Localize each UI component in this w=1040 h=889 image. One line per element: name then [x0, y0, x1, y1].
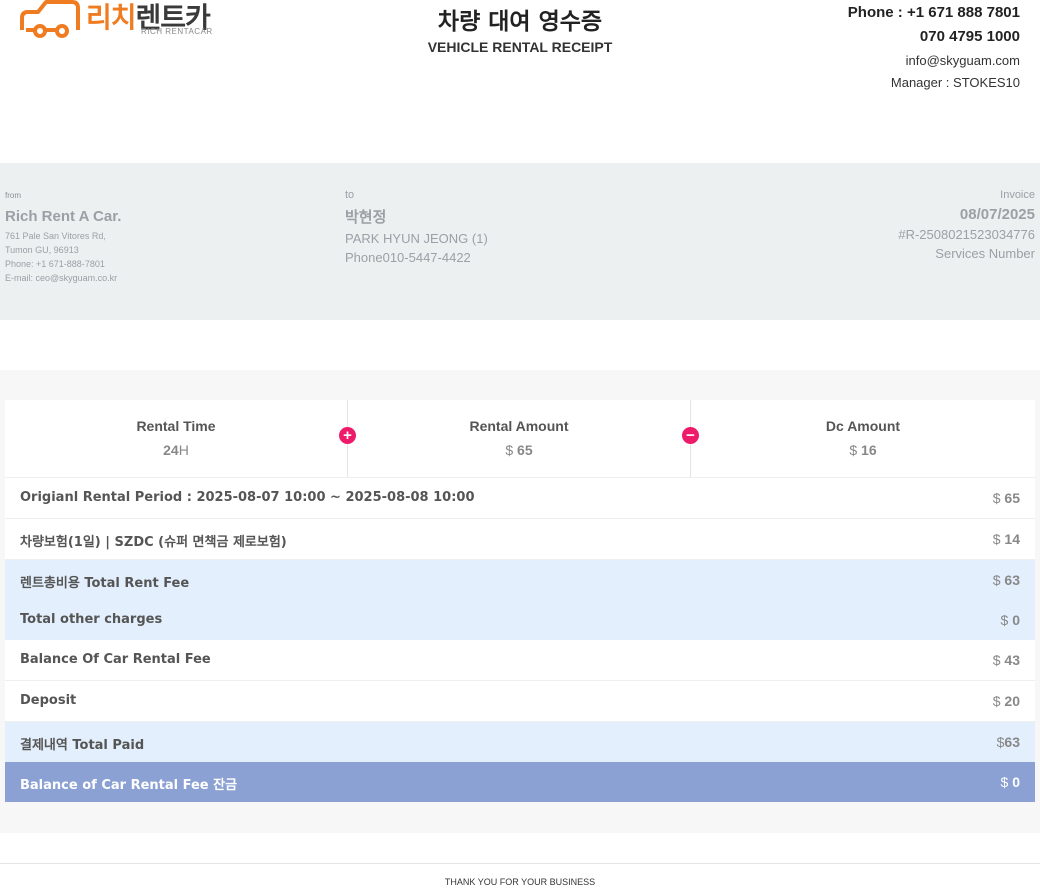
from-address-line2: Tumon GU, 96913 — [5, 245, 79, 255]
contact-info: Phone : +1 671 888 7801 070 4795 1000 in… — [848, 4, 1020, 91]
row-amount: $ 65 — [993, 490, 1020, 506]
customer-phone: Phone010-5447-4422 — [345, 250, 471, 265]
row-label: Balance of Car Rental Fee 잔금 — [20, 778, 238, 793]
to-label: to — [345, 189, 355, 201]
contact-email: info@skyguam.com — [905, 53, 1020, 68]
rental-amount-cell: Rental Amount $ 65 — [348, 400, 690, 477]
from-label: from — [5, 191, 21, 200]
rental-time-value: 24H — [5, 442, 347, 458]
from-phone: Phone: +1 671-888-7801 — [5, 259, 105, 269]
from-email: E-mail: ceo@skyguam.co.kr — [5, 273, 118, 283]
row-amount: $ 63 — [993, 572, 1020, 588]
contact-phone-secondary: 070 4795 1000 — [919, 28, 1020, 45]
dc-amount-currency: $ — [849, 442, 858, 458]
dc-amount-label: Dc Amount — [825, 418, 901, 434]
table-row: Origianl Rental Period : 2025-08-07 10:0… — [5, 478, 1035, 519]
invoice-date: 08/07/2025 — [959, 206, 1035, 223]
parties-info-band: from Rich Rent A Car. 761 Pale San Vitor… — [0, 163, 1040, 320]
table-row: 렌트총비용 Total Rent Fee $ 63 — [5, 560, 1035, 600]
row-label: Deposit — [20, 693, 77, 708]
row-label: 렌트총비용 Total Rent Fee — [20, 576, 190, 591]
to-block: to 박현정 PARK HYUN JEONG (1) Phone010-5447… — [345, 189, 488, 265]
dc-amount-number: 16 — [861, 442, 877, 458]
charges-table: Origianl Rental Period : 2025-08-07 10:0… — [5, 478, 1035, 802]
row-value: 20 — [1004, 693, 1020, 709]
row-currency: $ — [1000, 774, 1009, 790]
invoice-block: Invoice 08/07/2025 #R-2508021523034776 S… — [898, 189, 1035, 261]
row-amount: $ 20 — [993, 693, 1020, 709]
receipt-header: 리치렌트카 RICH RENTACAR 차량 대여 영수증 VEHICLE RE… — [0, 0, 1040, 100]
row-label: 결제내역 Total Paid — [20, 738, 145, 753]
row-value: 43 — [1004, 652, 1020, 668]
services-number-label: Services Number — [935, 246, 1035, 261]
row-currency: $ — [992, 572, 1001, 588]
row-value: 65 — [1004, 490, 1020, 506]
rental-amount-label: Rental Amount — [469, 418, 569, 434]
row-currency: $ — [992, 490, 1001, 506]
table-row: Deposit $ 20 — [5, 681, 1035, 722]
row-value: 0 — [1012, 774, 1020, 790]
row-amount: $63 — [997, 734, 1020, 750]
balance-due-row: Balance of Car Rental Fee 잔금 $ 0 — [5, 762, 1035, 802]
footer-divider — [0, 863, 1040, 864]
table-row: Balance Of Car Rental Fee $ 43 — [5, 640, 1035, 681]
dc-amount-value: $ 16 — [691, 442, 1035, 458]
rental-time-unit: H — [178, 442, 189, 458]
row-label: Origianl Rental Period : 2025-08-07 10:0… — [20, 490, 475, 505]
contact-phone-primary: Phone : +1 671 888 7801 — [847, 4, 1020, 21]
row-amount: $ 43 — [993, 652, 1020, 668]
from-address-line1: 761 Pale San Vitores Rd, — [5, 231, 106, 241]
summary-bar: Rental Time 24H + Rental Amount $ 65 − D… — [5, 400, 1035, 478]
table-row: 차량보험(1일) | SZDC (슈퍼 면책금 제로보험) $ 14 — [5, 519, 1035, 560]
row-currency: $ — [1000, 612, 1009, 628]
row-value: 14 — [1004, 531, 1020, 547]
customer-name-korean: 박현정 — [345, 208, 387, 226]
receipt-details: Rental Time 24H + Rental Amount $ 65 − D… — [0, 370, 1040, 833]
footer-message: THANK YOU FOR YOUR BUSINESS — [444, 877, 596, 887]
row-amount: $ 14 — [993, 531, 1020, 547]
row-currency: $ — [992, 531, 1001, 547]
table-row: Total other charges $ 0 — [5, 600, 1035, 640]
row-value: 63 — [1004, 572, 1020, 588]
rental-time-cell: Rental Time 24H — [5, 400, 347, 477]
customer-name-english: PARK HYUN JEONG (1) — [345, 231, 488, 246]
row-label: Balance Of Car Rental Fee — [20, 652, 211, 667]
row-currency: $ — [992, 693, 1001, 709]
rental-amount-number: 65 — [517, 442, 533, 458]
invoice-label: Invoice — [1000, 189, 1035, 201]
row-label: 차량보험(1일) | SZDC (슈퍼 면책금 제로보험) — [20, 535, 287, 550]
row-amount: $ 0 — [1001, 774, 1020, 790]
row-label: Total other charges — [20, 612, 163, 627]
row-amount: $ 0 — [1001, 612, 1020, 628]
rental-amount-value: $ 65 — [348, 442, 690, 458]
rental-time-number: 24 — [163, 442, 179, 458]
row-value: 63 — [1004, 734, 1020, 750]
dc-amount-cell: Dc Amount $ 16 — [691, 400, 1035, 477]
rental-amount-currency: $ — [505, 442, 514, 458]
row-currency: $ — [992, 652, 1001, 668]
from-company-name: Rich Rent A Car. — [5, 208, 122, 225]
rental-time-label: Rental Time — [136, 418, 216, 434]
row-value: 0 — [1012, 612, 1020, 628]
from-block: from Rich Rent A Car. 761 Pale San Vitor… — [5, 191, 121, 285]
contact-manager: Manager : STOKES10 — [890, 75, 1020, 90]
table-row: 결제내역 Total Paid $63 — [5, 722, 1035, 762]
invoice-number: #R-2508021523034776 — [898, 227, 1035, 242]
